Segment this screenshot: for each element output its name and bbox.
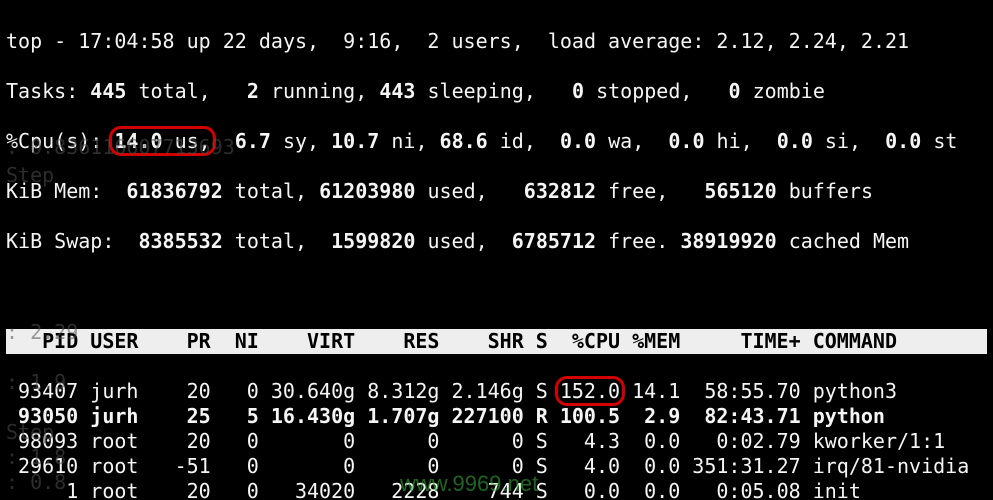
terminal-output: top - 17:04:58 up 22 days, 9:16, 2 users… bbox=[0, 0, 993, 500]
blank-line bbox=[6, 279, 987, 304]
summary-line-mem: KiB Mem: 61836792 total, 61203980 used, … bbox=[6, 179, 987, 204]
process-row: 29610 root-510000S4.00.0351:31.27 irq/81… bbox=[6, 454, 987, 479]
process-list: 93407 jurh20030.640g8.312g2.146gS152.014… bbox=[6, 379, 987, 500]
summary-line-swap: KiB Swap: 8385532 total, 1599820 used, 6… bbox=[6, 229, 987, 254]
process-row: 98093 root200000S4.30.00:02.79 kworker/1… bbox=[6, 429, 987, 454]
cpu-us-highlight: 14.0 us, bbox=[109, 126, 215, 156]
cpu-cell-highlight: 152.0 bbox=[555, 376, 625, 406]
summary-line-tasks: Tasks: 445 total, 2 running, 443 sleepin… bbox=[6, 79, 987, 104]
summary-line-cpu: %Cpu(s): 14.0 us, 6.7 sy, 10.7 ni, 68.6 … bbox=[6, 129, 987, 154]
summary-line-uptime: top - 17:04:58 up 22 days, 9:16, 2 users… bbox=[6, 29, 987, 54]
process-row: 93050 jurh25516.430g1.707g227100R100.52.… bbox=[6, 404, 987, 429]
process-row: 1 root200340202228744S0.00.00:05.08 init bbox=[6, 479, 987, 500]
process-row: 93407 jurh20030.640g8.312g2.146gS152.014… bbox=[6, 379, 987, 404]
process-header: PID USERPRNIVIRTRESSHRS%CPU%MEMTIME+ COM… bbox=[6, 329, 987, 354]
